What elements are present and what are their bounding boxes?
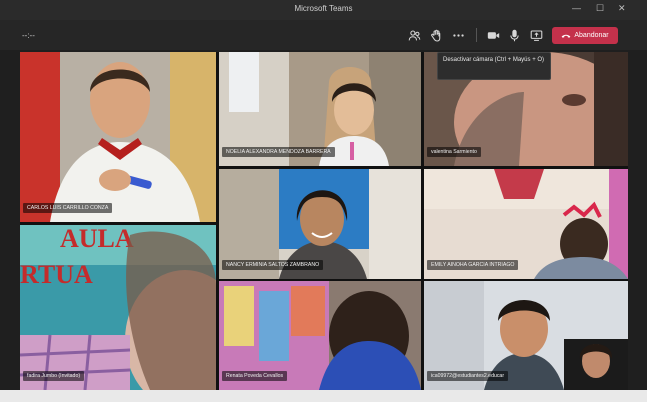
- taskbar: [0, 390, 647, 402]
- participant-tile[interactable]: NANCY ERMINIA SALTOS ZAMBRANO: [219, 169, 421, 279]
- leave-meeting-button[interactable]: Abandonar: [552, 27, 618, 44]
- window-title: Microsoft Teams: [294, 4, 353, 13]
- leave-meeting-label: Abandonar: [574, 32, 609, 39]
- minimize-button[interactable]: —: [572, 3, 581, 13]
- video-grid: CARLOS LUIS CARRILLO CONZA NOELIA ALEXAN…: [20, 52, 628, 390]
- participant-name: NANCY ERMINIA SALTOS ZAMBRANO: [222, 260, 324, 270]
- toolbar-separator: [476, 28, 477, 42]
- participant-video: AULA RTUA: [20, 225, 216, 390]
- participant-tile[interactable]: EMILY AINOHA GARCIA INTRIAGO: [424, 169, 628, 279]
- title-bar: Microsoft Teams — ☐ ✕: [0, 0, 647, 20]
- close-window-button[interactable]: ✕: [618, 3, 626, 14]
- raise-hand-icon: [430, 29, 440, 42]
- participant-name: NOELIA ALEXANDRA MENDOZA BARRERA: [222, 147, 335, 157]
- participant-tile[interactable]: ica09972@estudiantes2.educar: [424, 281, 628, 390]
- more-options-icon: [452, 33, 464, 37]
- participant-tile[interactable]: NOELIA ALEXANDRA MENDOZA BARRERA: [219, 52, 421, 166]
- participant-tile[interactable]: AULA RTUA fadira Jumbo (Invitado): [20, 225, 216, 390]
- participant-name: valentina Sarmiento: [427, 147, 481, 157]
- participant-video: [20, 52, 216, 222]
- maximize-button[interactable]: ☐: [596, 3, 604, 14]
- participant-name: EMILY AINOHA GARCIA INTRIAGO: [427, 260, 519, 270]
- participant-name: fadira Jumbo (Invitado): [23, 371, 85, 381]
- svg-text:RTUA: RTUA: [20, 260, 93, 289]
- svg-text:AULA: AULA: [60, 225, 134, 253]
- microphone-icon: [509, 29, 519, 41]
- participant-tile[interactable]: Renata Poveda Cevallos: [219, 281, 421, 390]
- microphone-toggle-button[interactable]: [505, 26, 523, 44]
- meeting-timer: --:--: [22, 31, 35, 40]
- share-screen-button[interactable]: [527, 26, 545, 44]
- participant-tile[interactable]: CARLOS LUIS CARRILLO CONZA: [20, 52, 216, 222]
- camera-toggle-button[interactable]: [484, 26, 502, 44]
- more-options-button[interactable]: [449, 26, 467, 44]
- participant-name: CARLOS LUIS CARRILLO CONZA: [23, 203, 113, 213]
- share-screen-icon: [530, 30, 542, 41]
- camera-icon: [487, 31, 499, 39]
- meeting-toolbar: --:-- Abandonar: [0, 20, 647, 50]
- phone-hangup-icon: [561, 34, 571, 38]
- raise-hand-button[interactable]: [427, 26, 445, 44]
- participant-name: ica09972@estudiantes2.educar: [427, 371, 509, 381]
- camera-tooltip: Desactivar cámara (Ctrl + Mayús + O): [437, 52, 551, 80]
- participant-name: Renata Poveda Cevallos: [222, 371, 288, 381]
- participants-button[interactable]: [405, 26, 423, 44]
- participants-icon: [408, 30, 420, 40]
